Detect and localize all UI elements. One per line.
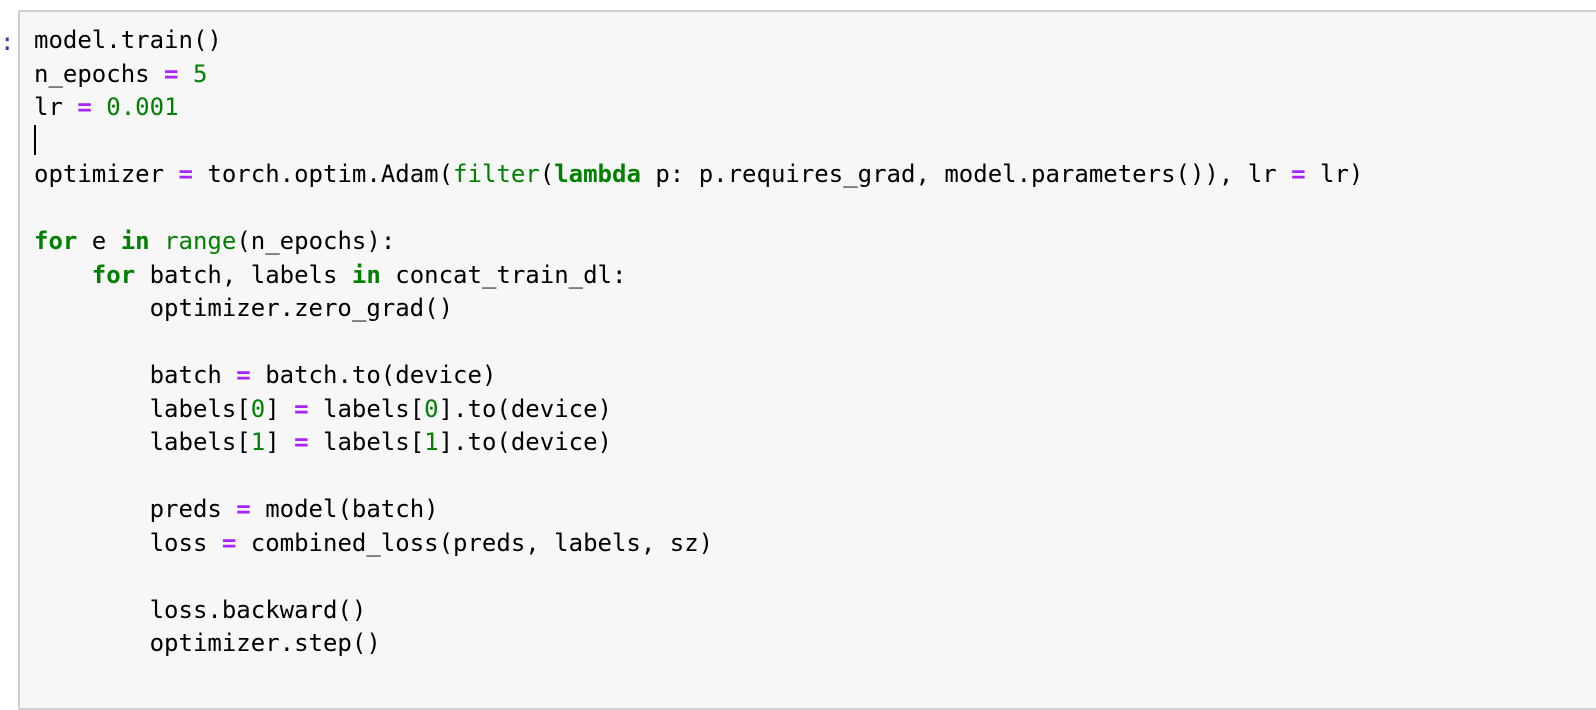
code-token: torch.optim.Adam(: [192, 160, 454, 188]
code-token: optimizer.step(): [34, 629, 381, 657]
code-token: batch.to(device): [250, 361, 497, 389]
operator-token: =: [221, 528, 237, 557]
code-token: model.train(): [34, 26, 222, 54]
keyword-token: for: [34, 227, 78, 255]
code-token: lr): [1305, 160, 1364, 188]
code-token: loss.backward(): [34, 595, 367, 624]
number-token: 0: [424, 394, 439, 423]
keyword-token: lambda: [554, 160, 641, 188]
code-token: n_epochs: [34, 59, 165, 88]
code-token: labels[: [34, 428, 251, 456]
code-token: p: p.requires_grad, model.parameters()),…: [640, 160, 1292, 188]
keyword-token: in: [120, 227, 150, 255]
code-line-15: preds = model(batch): [34, 493, 1363, 527]
code-token: concat_train_dl:: [380, 260, 627, 289]
code-token: labels[: [308, 428, 425, 456]
number-token: 5: [192, 59, 208, 88]
code-cell[interactable]: model.train() n_epochs = 5 lr = 0.001 optim…: [18, 10, 1596, 710]
code-line-19: optimizer.step(): [34, 627, 1363, 661]
operator-token: =: [236, 495, 251, 523]
code-token: model(batch): [250, 495, 439, 523]
operator-token: =: [77, 93, 92, 121]
cell-prompt-marker: :: [0, 28, 15, 56]
code-token: ]: [265, 394, 295, 423]
code-line-1: model.train(): [34, 24, 1363, 58]
text-cursor: [34, 124, 36, 155]
code-line-8: for batch, labels in concat_train_dl:: [34, 259, 1363, 293]
code-line-18: loss.backward(): [34, 594, 1363, 628]
number-token: 0: [250, 394, 266, 423]
code-token: ]: [265, 428, 295, 456]
code-token: loss: [34, 528, 222, 557]
code-line-3: lr = 0.001: [34, 91, 1363, 125]
operator-token: =: [178, 160, 193, 188]
code-line-12: labels[0] = labels[0].to(device): [34, 393, 1363, 427]
code-token: optimizer: [34, 160, 179, 188]
number-token: 0.001: [106, 93, 179, 121]
code-line-2: n_epochs = 5: [34, 58, 1363, 92]
operator-token: =: [294, 394, 309, 423]
code-token: (: [539, 160, 555, 188]
code-token: lr: [34, 93, 78, 121]
number-token: 1: [250, 428, 266, 456]
operator-token: =: [294, 428, 309, 456]
keyword-token: for: [91, 260, 136, 289]
code-token: batch: [34, 361, 237, 389]
operator-token: =: [236, 361, 251, 389]
code-line-4: [34, 124, 1363, 159]
code-line-16: loss = combined_loss(preds, labels, sz): [34, 527, 1363, 561]
code-token: (n_epochs):: [236, 227, 396, 255]
code-line-9: optimizer.zero_grad(): [34, 292, 1363, 326]
code-line-13: labels[1] = labels[1].to(device): [34, 426, 1363, 460]
code-token: labels[: [308, 394, 425, 423]
keyword-token: in: [351, 260, 381, 289]
builtin-token: range: [164, 227, 237, 255]
code-token: labels[: [34, 394, 251, 423]
builtin-token: filter: [453, 160, 540, 188]
code-line-5: optimizer = torch.optim.Adam(filter(lamb…: [34, 158, 1363, 192]
number-token: 1: [424, 428, 439, 456]
code-token: optimizer.zero_grad(): [34, 294, 454, 322]
code-token: ].to(device): [438, 428, 612, 456]
code-token: ].to(device): [438, 394, 612, 423]
code-token: combined_loss(preds, labels, sz): [236, 528, 714, 557]
code-token: preds: [34, 495, 237, 523]
operator-token: =: [1291, 160, 1306, 188]
code-editor[interactable]: model.train() n_epochs = 5 lr = 0.001 optim…: [34, 24, 1363, 661]
code-line-11: batch = batch.to(device): [34, 359, 1363, 393]
code-token: e: [77, 227, 121, 255]
code-token: batch, labels: [135, 260, 352, 289]
code-line-7: for e in range(n_epochs):: [34, 225, 1363, 259]
operator-token: =: [164, 59, 179, 88]
